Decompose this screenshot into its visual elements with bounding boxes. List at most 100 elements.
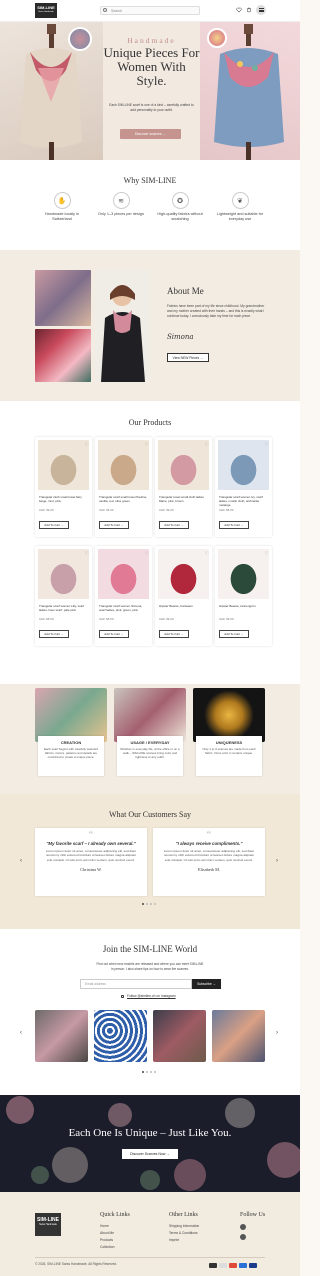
gallery-next-icon[interactable]: › bbox=[276, 1030, 278, 1036]
paypal-icon bbox=[239, 1263, 247, 1268]
about-text: Fabrics have been part of my life since … bbox=[167, 304, 265, 318]
search-input[interactable]: Search bbox=[100, 6, 200, 15]
product-image[interactable] bbox=[218, 440, 269, 490]
footer-link[interactable]: Home bbox=[100, 1224, 109, 1228]
footer-link[interactable]: Shipping Information bbox=[169, 1224, 199, 1228]
cart-icon[interactable] bbox=[246, 7, 252, 13]
product-image[interactable] bbox=[98, 440, 149, 490]
product-image[interactable] bbox=[158, 440, 209, 490]
email-field[interactable]: Email address bbox=[80, 979, 192, 989]
footer-link[interactable]: Products bbox=[100, 1238, 113, 1242]
gallery-dot[interactable] bbox=[150, 1071, 152, 1073]
carousel-dot[interactable] bbox=[154, 903, 156, 905]
other-links-title: Other Links bbox=[169, 1212, 198, 1218]
product-name[interactable]: Hipster Beanie, tannengrün bbox=[219, 604, 269, 608]
next-arrow-icon[interactable]: › bbox=[276, 858, 278, 864]
newsletter-title: Join the SIM-LINE World bbox=[102, 944, 198, 954]
testimonials-title: What Our Customers Say bbox=[109, 810, 191, 819]
about-image-scarves bbox=[35, 270, 91, 326]
discover-scarves-now-button[interactable]: Discover Scarves Now → bbox=[122, 1149, 178, 1159]
instagram-link[interactable]: Follow @simline.ch on Instagram bbox=[127, 994, 197, 998]
footer-link[interactable]: Terms & Conditions bbox=[169, 1231, 198, 1235]
product-card[interactable]: ♡ Triangular scarf small towel Pauline, v… bbox=[95, 437, 152, 537]
product-name[interactable]: Triangular scarf women Ivy, scarf ladies… bbox=[219, 495, 269, 507]
why-item: ✪ High-quality fabrics without scratching bbox=[155, 192, 205, 222]
footer-link[interactable]: Collection bbox=[100, 1245, 114, 1249]
add-to-cart-button[interactable]: Add To Cart → bbox=[99, 630, 129, 638]
product-image[interactable] bbox=[98, 549, 149, 599]
leaf-icon: ❦ bbox=[231, 192, 249, 209]
apple-pay-icon bbox=[219, 1263, 227, 1268]
why-label: Only 1–3 pieces per design bbox=[97, 212, 144, 216]
wishlist-heart-icon[interactable]: ♡ bbox=[85, 551, 89, 557]
product-name[interactable]: Triangular towel small cloth ladies Mari… bbox=[159, 495, 209, 503]
subscribe-button[interactable]: Subscribe → bbox=[192, 979, 221, 989]
gallery-dot[interactable] bbox=[146, 1071, 148, 1073]
testimonial-title: "I always receive compliments." bbox=[175, 841, 243, 846]
product-name[interactable]: Triangular scarf women Simona, scarf lad… bbox=[99, 604, 149, 612]
instagram-icon[interactable] bbox=[240, 1234, 246, 1240]
product-card[interactable]: ♡ Triangular towel small cloth ladies Mar… bbox=[155, 437, 212, 537]
product-image[interactable] bbox=[158, 549, 209, 599]
add-to-cart-button[interactable]: Add To Cart → bbox=[219, 521, 249, 529]
testimonial-name: Christina W. bbox=[80, 866, 102, 872]
product-name[interactable]: Triangular scarf small towel Pauline, va… bbox=[99, 495, 149, 503]
carousel-dot[interactable] bbox=[146, 903, 148, 905]
add-to-cart-button[interactable]: Add To Cart → bbox=[39, 630, 69, 638]
gallery-dot[interactable] bbox=[154, 1071, 156, 1073]
add-to-cart-button[interactable]: Add To Cart → bbox=[219, 630, 249, 638]
gallery-image[interactable] bbox=[153, 1010, 206, 1062]
footer-logo-subtext: Swiss Handmade bbox=[39, 1224, 57, 1226]
gallery-image[interactable] bbox=[35, 1010, 88, 1062]
discover-scarves-button[interactable]: Discover scarves → bbox=[120, 129, 181, 139]
product-name[interactable]: Triangular cloth small towel fairy beige… bbox=[39, 495, 89, 503]
product-name[interactable]: Hipster Beanie, bordeaux bbox=[159, 604, 209, 608]
product-card[interactable]: ♡ Triangular cloth small towel fairy beig… bbox=[35, 437, 92, 537]
logo[interactable]: SIM-LINE Swiss Handmade bbox=[35, 3, 57, 18]
add-to-cart-button[interactable]: Add To Cart → bbox=[99, 521, 129, 529]
product-card[interactable]: ♡ Hipster Beanie, tannengrün CHF 39.00 Add … bbox=[215, 546, 272, 646]
facebook-icon[interactable] bbox=[240, 1224, 246, 1230]
gallery-prev-icon[interactable]: ‹ bbox=[20, 1030, 22, 1036]
product-image[interactable] bbox=[218, 549, 269, 599]
gallery-image[interactable] bbox=[212, 1010, 265, 1062]
product-image[interactable] bbox=[38, 440, 89, 490]
footer-link[interactable]: About Me bbox=[100, 1231, 114, 1235]
wishlist-heart-icon[interactable]: ♡ bbox=[265, 551, 269, 557]
handshake-icon: ✋ bbox=[53, 192, 71, 209]
wishlist-heart-icon[interactable]: ♡ bbox=[85, 442, 89, 448]
why-item: ≋ Only 1–3 pieces per design bbox=[96, 192, 146, 217]
footer-link[interactable]: Imprint bbox=[169, 1238, 179, 1242]
feature-card: CREATION Each scarf begins with carefully… bbox=[35, 688, 107, 783]
product-card[interactable]: ♡ Triangular scarf women Lilly, scarf lad… bbox=[35, 546, 92, 646]
wishlist-heart-icon[interactable]: ♡ bbox=[205, 551, 209, 557]
add-to-cart-button[interactable]: Add To Cart → bbox=[159, 521, 189, 529]
wishlist-heart-icon[interactable]: ♡ bbox=[145, 551, 149, 557]
fabric-circle-right bbox=[207, 28, 227, 48]
feature-text: Only 1 to 3 scarves are made from each f… bbox=[202, 747, 256, 756]
product-card[interactable]: ♡ Triangular scarf women Ivy, scarf ladie… bbox=[215, 437, 272, 537]
carousel-dot[interactable] bbox=[142, 903, 144, 905]
gallery-dot[interactable] bbox=[142, 1071, 144, 1073]
add-to-cart-button[interactable]: Add To Cart → bbox=[39, 521, 69, 529]
quote-icon: “ bbox=[206, 830, 212, 841]
banner-section bbox=[0, 1095, 300, 1192]
product-price: CHF 39.00 bbox=[219, 617, 234, 621]
feature-title: UNIQUENESS bbox=[215, 740, 243, 745]
add-to-cart-button[interactable]: Add To Cart → bbox=[159, 630, 189, 638]
carousel-dot[interactable] bbox=[150, 903, 152, 905]
product-card[interactable]: ♡ Hipster Beanie, bordeaux CHF 39.00 Add To… bbox=[155, 546, 212, 646]
menu-icon[interactable] bbox=[256, 5, 266, 15]
wishlist-heart-icon[interactable]: ♡ bbox=[265, 442, 269, 448]
footer-logo[interactable]: SIM-LINE Swiss Handmade bbox=[35, 1213, 61, 1236]
product-card[interactable]: ♡ Triangular scarf women Simona, scarf la… bbox=[95, 546, 152, 646]
gallery-image[interactable] bbox=[94, 1010, 147, 1062]
wishlist-heart-icon[interactable]: ♡ bbox=[145, 442, 149, 448]
product-name[interactable]: Triangular scarf women Lilly, scarf ladi… bbox=[39, 604, 89, 612]
prev-arrow-icon[interactable]: ‹ bbox=[20, 858, 22, 864]
product-image[interactable] bbox=[38, 549, 89, 599]
wishlist-heart-icon[interactable]: ♡ bbox=[205, 442, 209, 448]
heart-icon[interactable] bbox=[236, 7, 242, 13]
about-image-beanies bbox=[35, 329, 91, 382]
view-new-pieces-button[interactable]: View NEW Pieces → bbox=[167, 353, 209, 362]
